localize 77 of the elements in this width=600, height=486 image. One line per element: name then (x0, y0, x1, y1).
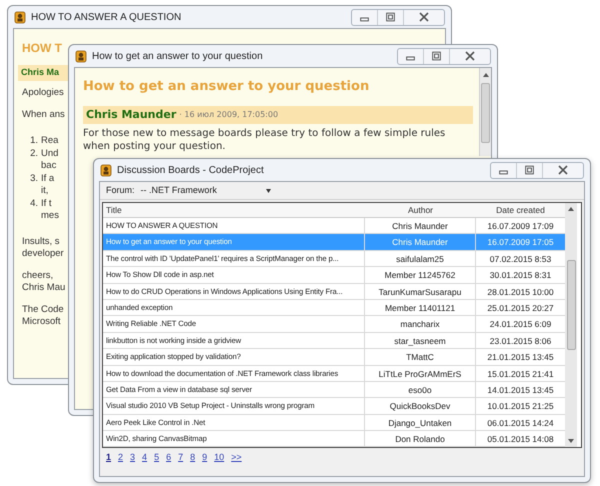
paragraph-text: The Code Microsoft (22, 304, 64, 328)
author-name: Chris Maunder (86, 106, 176, 123)
scrollbar-thumb[interactable] (481, 83, 490, 143)
post-date: · 16 июл 2009, 17:05:00 (179, 109, 278, 121)
paragraph-text: cheers, Chris Mau (22, 270, 66, 294)
table-cell: saifulalam25 (365, 250, 476, 266)
page-link[interactable]: 2 (118, 451, 124, 465)
scroll-down-icon[interactable] (567, 437, 575, 446)
table-cell: Member 11245762 (365, 267, 476, 283)
table-cell: eso0o (365, 382, 476, 398)
page-link[interactable]: 10 (214, 451, 224, 465)
table-cell: Chris Maunder (365, 218, 476, 234)
list-number: 3. (29, 173, 38, 186)
table-cell: TarunKumarSusarapu (365, 284, 476, 299)
list-item-text: Rea (41, 135, 58, 147)
table-cell-text: 24.01.2015 6:09 (488, 318, 552, 332)
window-title: Discussion Boards - CodeProject (117, 164, 264, 178)
list-item-text: Und bac (41, 148, 58, 172)
table-cell: star_tasneem (365, 332, 476, 348)
page-link[interactable]: 8 (190, 451, 196, 465)
table-cell-text: 30.01.2015 8:31 (488, 269, 552, 282)
dropdown-caret-icon (266, 188, 271, 192)
table-cell: LiTtLe ProGrAMmErS (365, 366, 476, 381)
app-icon (100, 164, 112, 176)
column-header[interactable]: Date created (476, 203, 565, 217)
table-cell-text: 06.01.2015 14:24 (486, 416, 555, 430)
paragraph-text: When ans (22, 109, 65, 121)
table-cell-text: 07.02.2015 8:53 (488, 252, 552, 266)
forum-label: Forum: (106, 184, 135, 197)
column-header[interactable]: Author (365, 203, 476, 217)
table-cell-text: 25.01.2015 20:27 (486, 302, 555, 315)
question-heading: How to get an answer to your question (83, 78, 370, 96)
table-cell: QuickBooksDev (365, 398, 476, 414)
table-cell-text: 16.07.2009 17:09 (486, 220, 555, 233)
table-cell-text: 23.01.2015 8:06 (488, 334, 552, 348)
table-cell-text: 21.01.2015 13:45 (486, 351, 555, 364)
list-item-text: If t mes (41, 198, 59, 222)
page-link[interactable]: 7 (178, 451, 184, 465)
paragraph-text: Apologies (22, 87, 64, 99)
table-cell-text: 28.01.2015 10:00 (486, 286, 555, 299)
page-link[interactable]: 1 (106, 451, 112, 465)
scrollbar-thumb[interactable] (566, 260, 576, 350)
scroll-up-icon[interactable] (482, 71, 490, 79)
table-cell-text: 15.01.2015 21:41 (486, 368, 555, 381)
author-name: Chris Ma (21, 66, 60, 80)
table-cell: Member 11401121 (365, 300, 476, 316)
table-cell: TMattC (365, 349, 476, 365)
table-cell-text: 14.01.2015 13:45 (486, 384, 555, 397)
table-cell-text: 10.01.2015 21:25 (486, 400, 555, 414)
list-number: 1. (29, 135, 38, 147)
window-title: How to get an answer to your question (92, 50, 263, 64)
page-link[interactable]: >> (231, 451, 242, 465)
table-cell: Chris Maunder (365, 234, 476, 250)
scrollbar[interactable] (565, 203, 577, 448)
page-link[interactable]: 5 (154, 451, 160, 465)
page-link[interactable]: 4 (142, 451, 148, 465)
list-item-text: If a it, (41, 173, 54, 197)
table-cell: Don Rolando (365, 431, 476, 446)
table-cell: Django_Untaken (365, 414, 476, 430)
table-cell: mancharix (365, 316, 476, 332)
page-link[interactable]: 6 (166, 451, 172, 465)
scroll-up-icon[interactable] (567, 205, 575, 213)
scrollbar[interactable] (479, 68, 491, 156)
question-body-text: For those new to message boards please try to follow a few simple rules when posting your question. (83, 127, 446, 153)
table-cell-text: 05.01.2015 14:08 (486, 433, 555, 446)
page-link[interactable]: 3 (130, 451, 136, 465)
forum-dropdown[interactable]: -- .NET Framework (140, 184, 271, 198)
list-number: 4. (29, 198, 38, 211)
page-link[interactable]: 9 (202, 451, 208, 465)
app-icon (75, 50, 87, 62)
article-heading: HOW T (22, 40, 62, 57)
table-cell-text: 16.07.2009 17:05 (486, 236, 555, 250)
paragraph-text: Insults, s developer (22, 236, 64, 260)
app-icon (14, 10, 26, 24)
column-header[interactable]: Title (103, 203, 365, 217)
window-title: HOW TO ANSWER A QUESTION (31, 10, 182, 24)
list-number: 2. (29, 148, 38, 161)
